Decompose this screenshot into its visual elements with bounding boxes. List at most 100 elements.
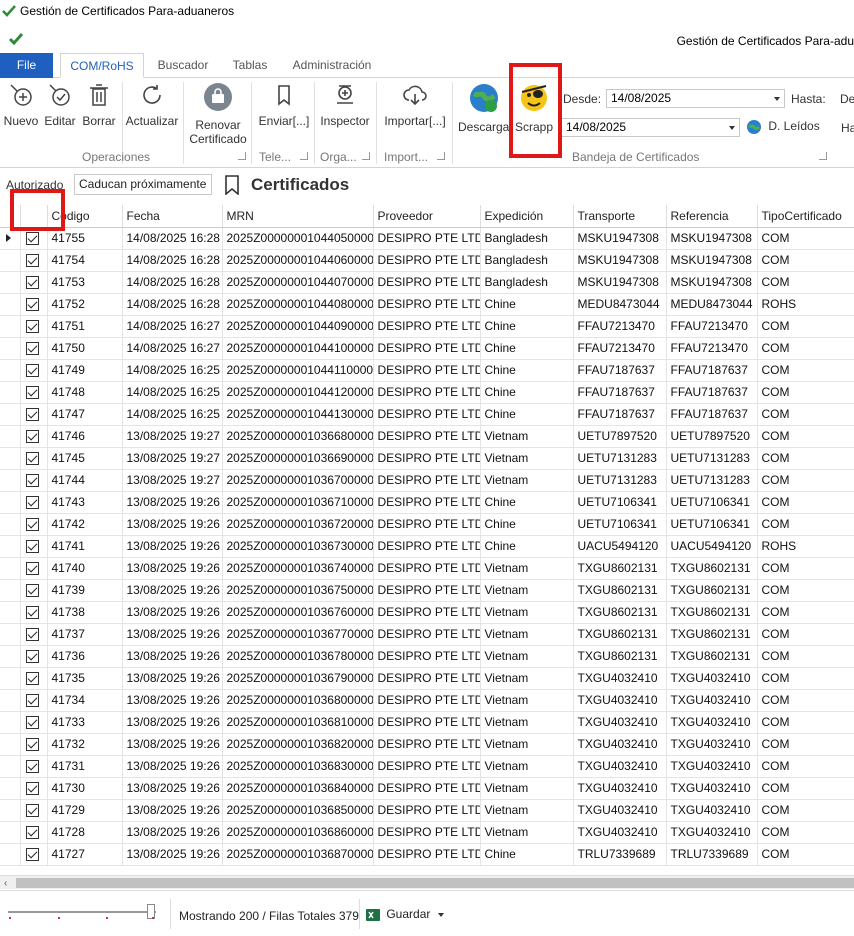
row-select-cell[interactable] — [20, 601, 48, 624]
table-cell[interactable]: Vietnam — [480, 601, 574, 624]
table-cell[interactable]: DESIPRO PTE LTD. — [373, 623, 481, 646]
row-select-cell[interactable] — [20, 293, 48, 316]
table-cell[interactable]: TXGU8602131 — [666, 557, 758, 580]
table-cell[interactable]: 41738 — [47, 601, 123, 624]
table-cell[interactable]: COM — [757, 623, 854, 646]
table-cell[interactable]: Vietnam — [480, 557, 574, 580]
row-select-cell[interactable] — [20, 645, 48, 668]
row-select-cell[interactable] — [20, 381, 48, 404]
table-cell[interactable]: 2025Z000000010440500001 — [222, 227, 374, 250]
table-row[interactable]: 41727 13/08/2025 19:26 2025Z00000001036870… — [0, 843, 854, 866]
row-select-cell[interactable] — [20, 579, 48, 602]
table-cell[interactable]: FFAU7213470 — [573, 337, 667, 360]
row-indicator[interactable] — [0, 249, 21, 272]
row-indicator[interactable] — [0, 645, 21, 668]
table-cell[interactable]: Chine — [480, 359, 574, 382]
table-cell[interactable]: FFAU7187637 — [573, 381, 667, 404]
table-cell[interactable]: 14/08/2025 16:25 — [122, 359, 223, 382]
table-cell[interactable]: DESIPRO PTE LTD. — [373, 579, 481, 602]
row-indicator[interactable] — [0, 491, 21, 514]
table-row[interactable]: 41743 13/08/2025 19:26 2025Z00000001036710… — [0, 491, 854, 514]
row-select-cell[interactable] — [20, 733, 48, 756]
table-cell[interactable]: 41748 — [47, 381, 123, 404]
table-cell[interactable]: 41743 — [47, 491, 123, 514]
table-cell[interactable]: DESIPRO PTE LTD. — [373, 469, 481, 492]
table-cell[interactable]: DESIPRO PTE LTD. — [373, 645, 481, 668]
table-cell[interactable]: 2025Z000000010441000001 — [222, 337, 374, 360]
table-cell[interactable]: DESIPRO PTE LTD. — [373, 513, 481, 536]
nuevo-button[interactable]: Nuevo — [2, 82, 40, 128]
table-cell[interactable]: DESIPRO PTE LTD. — [373, 667, 481, 690]
row-select-cell[interactable] — [20, 513, 48, 536]
table-cell[interactable]: COM — [757, 227, 854, 250]
table-cell[interactable]: 41742 — [47, 513, 123, 536]
table-cell[interactable]: 2025Z000000010440900001 — [222, 315, 374, 338]
desde-date-picker[interactable]: 14/08/2025 — [606, 89, 785, 108]
row-indicator[interactable] — [0, 359, 21, 382]
row-select-cell[interactable] — [20, 359, 48, 382]
table-row[interactable]: 41746 13/08/2025 19:27 2025Z00000001036680… — [0, 425, 854, 448]
table-cell[interactable]: Chine — [480, 381, 574, 404]
column-header[interactable]: Referencia — [666, 205, 758, 228]
table-cell[interactable]: DESIPRO PTE LTD. — [373, 557, 481, 580]
table-cell[interactable]: Vietnam — [480, 447, 574, 470]
table-cell[interactable]: TXGU4032410 — [666, 733, 758, 756]
table-cell[interactable]: UETU7897520 — [573, 425, 667, 448]
row-select-cell[interactable] — [20, 557, 48, 580]
tab-com-rohs[interactable]: COM/RoHS — [60, 53, 144, 78]
table-cell[interactable]: 13/08/2025 19:26 — [122, 535, 223, 558]
table-cell[interactable]: UETU7131283 — [666, 447, 758, 470]
table-cell[interactable]: TXGU8602131 — [573, 601, 667, 624]
row-indicator[interactable] — [0, 777, 21, 800]
table-cell[interactable]: 13/08/2025 19:26 — [122, 755, 223, 778]
table-cell[interactable]: TXGU4032410 — [666, 689, 758, 712]
table-cell[interactable]: 2025Z000000010367400001 — [222, 557, 374, 580]
table-cell[interactable]: COM — [757, 359, 854, 382]
group-launcher-icon[interactable] — [238, 152, 246, 160]
tab-tablas[interactable]: Tablas — [224, 53, 276, 78]
table-cell[interactable]: COM — [757, 557, 854, 580]
table-cell[interactable]: DESIPRO PTE LTD. — [373, 249, 481, 272]
table-row[interactable]: 41730 13/08/2025 19:26 2025Z00000001036840… — [0, 777, 854, 800]
table-row[interactable]: 41749 14/08/2025 16:25 2025Z00000001044110… — [0, 359, 854, 382]
table-cell[interactable]: 41749 — [47, 359, 123, 382]
table-cell[interactable]: Vietnam — [480, 733, 574, 756]
row-indicator[interactable] — [0, 733, 21, 756]
table-cell[interactable]: Vietnam — [480, 821, 574, 844]
table-cell[interactable]: 13/08/2025 19:26 — [122, 579, 223, 602]
table-cell[interactable]: ROHS — [757, 293, 854, 316]
table-cell[interactable]: 2025Z000000010368600001 — [222, 821, 374, 844]
row-checkbox[interactable] — [25, 760, 39, 774]
table-row[interactable]: 41747 14/08/2025 16:25 2025Z00000001044130… — [0, 403, 854, 426]
table-cell[interactable]: DESIPRO PTE LTD. — [373, 733, 481, 756]
table-cell[interactable]: FFAU7187637 — [573, 403, 667, 426]
table-cell[interactable]: DESIPRO PTE LTD. — [373, 337, 481, 360]
table-cell[interactable]: TXGU4032410 — [666, 667, 758, 690]
table-row[interactable]: 41736 13/08/2025 19:26 2025Z00000001036780… — [0, 645, 854, 668]
table-cell[interactable]: TXGU8602131 — [666, 601, 758, 624]
table-cell[interactable]: 41741 — [47, 535, 123, 558]
caducan-filter-input[interactable]: Caducan próximamente — [74, 174, 212, 195]
row-select-cell[interactable] — [20, 689, 48, 712]
table-cell[interactable]: 41751 — [47, 315, 123, 338]
table-cell[interactable]: 14/08/2025 16:25 — [122, 381, 223, 404]
table-cell[interactable]: 13/08/2025 19:27 — [122, 447, 223, 470]
column-header[interactable]: TipoCertificado — [757, 205, 854, 228]
table-cell[interactable]: UACU5494120 — [573, 535, 667, 558]
table-cell[interactable]: FFAU7187637 — [666, 403, 758, 426]
table-cell[interactable]: TXGU8602131 — [573, 623, 667, 646]
table-cell[interactable]: TXGU4032410 — [573, 821, 667, 844]
table-cell[interactable]: 13/08/2025 19:26 — [122, 667, 223, 690]
enviar-button[interactable]: Enviar[...] — [256, 82, 312, 128]
table-cell[interactable]: DESIPRO PTE LTD. — [373, 601, 481, 624]
table-cell[interactable]: 13/08/2025 19:26 — [122, 557, 223, 580]
row-checkbox[interactable] — [25, 298, 39, 312]
table-cell[interactable]: Vietnam — [480, 755, 574, 778]
row-select-cell[interactable] — [20, 271, 48, 294]
table-cell[interactable]: 41733 — [47, 711, 123, 734]
table-cell[interactable]: Vietnam — [480, 425, 574, 448]
file-menu-button[interactable]: File — [0, 53, 53, 78]
table-cell[interactable]: COM — [757, 491, 854, 514]
table-cell[interactable]: 14/08/2025 16:28 — [122, 271, 223, 294]
table-cell[interactable]: COM — [757, 315, 854, 338]
